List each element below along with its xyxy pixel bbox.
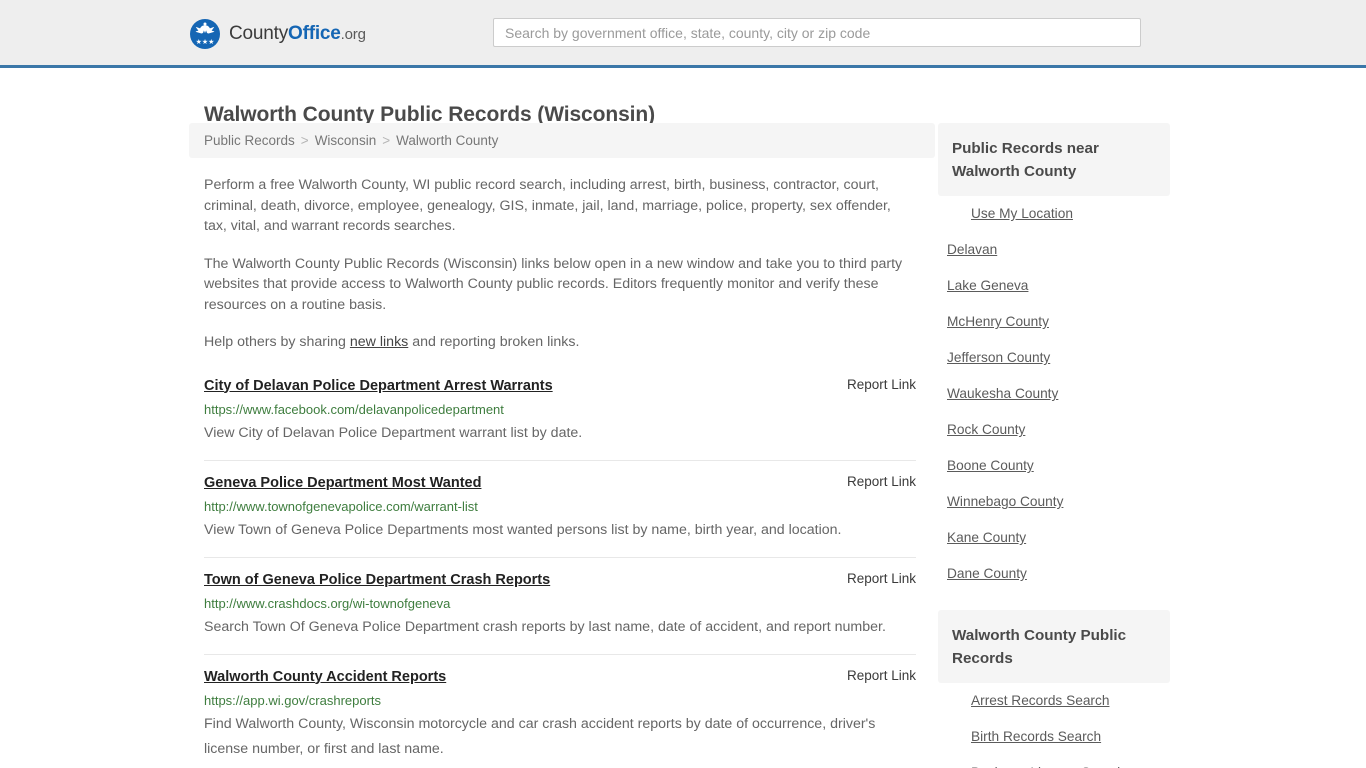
logo-text-org: .org [340, 26, 366, 43]
logo-text-county: County [229, 23, 289, 44]
result-description: Find Walworth County, Wisconsin motorcyc… [204, 715, 876, 757]
sidebar-link-label[interactable]: Lake Geneva [947, 278, 1028, 293]
sidebar-heading-near: Public Records near Walworth County [938, 123, 1170, 196]
intro-text-post: and reporting broken links. [408, 334, 580, 350]
intro-paragraph-1: Perform a free Walworth County, WI publi… [204, 177, 891, 234]
sidebar: Public Records near Walworth County Use … [938, 123, 1170, 768]
site-logo-text: CountyOffice.org [229, 23, 366, 45]
sidebar-item-kane-county[interactable]: Kane County [938, 520, 1170, 556]
report-link-button[interactable]: Report Link [847, 377, 916, 392]
result-description: View Town of Geneva Police Departments m… [204, 521, 842, 538]
sidebar-link-label[interactable]: Rock County [947, 422, 1025, 437]
report-link-button[interactable]: Report Link [847, 474, 916, 489]
sidebar-link-label[interactable]: Jefferson County [947, 350, 1050, 365]
breadcrumb-separator: > [382, 133, 391, 148]
result-row: Geneva Police Department Most Wanted Rep… [204, 461, 916, 558]
result-row: Town of Geneva Police Department Crash R… [204, 558, 916, 655]
result-description: View City of Delavan Police Department w… [204, 424, 583, 441]
result-description: Search Town Of Geneva Police Department … [204, 618, 886, 635]
sidebar-item-arrest-records-search[interactable]: Arrest Records Search [938, 683, 1170, 719]
sidebar-heading-records: Walworth County Public Records [938, 610, 1170, 683]
intro-paragraph-2: The Walworth County Public Records (Wisc… [204, 255, 903, 313]
report-link-button[interactable]: Report Link [847, 668, 916, 683]
sidebar-item-winnebago-county[interactable]: Winnebago County [938, 484, 1170, 520]
sidebar-link-label[interactable]: Use My Location [971, 206, 1073, 221]
result-title-link[interactable]: City of Delavan Police Department Arrest… [204, 378, 553, 394]
breadcrumb-item-public-records[interactable]: Public Records [204, 133, 295, 148]
sidebar-link-label[interactable]: Arrest Records Search [971, 693, 1109, 708]
breadcrumb-item-walworth-county[interactable]: Walworth County [396, 133, 498, 148]
result-url[interactable]: https://app.wi.gov/crashreports [204, 693, 916, 708]
search-input[interactable] [493, 18, 1141, 47]
breadcrumb: Public Records > Wisconsin > Walworth County [189, 123, 935, 158]
logo-text-office: Office [288, 23, 341, 44]
result-title-link[interactable]: Geneva Police Department Most Wanted [204, 475, 481, 491]
sidebar-item-waukesha-county[interactable]: Waukesha County [938, 376, 1170, 412]
sidebar-link-label[interactable]: Boone County [947, 458, 1034, 473]
sidebar-link-label[interactable]: Winnebago County [947, 494, 1063, 509]
sidebar-link-label[interactable]: Kane County [947, 530, 1026, 545]
sidebar-item-dane-county[interactable]: Dane County [938, 556, 1170, 592]
sidebar-item-jefferson-county[interactable]: Jefferson County [938, 340, 1170, 376]
sidebar-item-boone-county[interactable]: Boone County [938, 448, 1170, 484]
sidebar-item-delavan[interactable]: Delavan [938, 232, 1170, 268]
new-links-link[interactable]: new links [350, 334, 408, 350]
sidebar-link-label[interactable]: Birth Records Search [971, 729, 1101, 744]
sidebar-box-records: Walworth County Public Records Arrest Re… [938, 610, 1170, 768]
sidebar-link-label[interactable]: Dane County [947, 566, 1027, 581]
intro-paragraph-3: Help others by sharing new links and rep… [204, 332, 916, 353]
result-title-link[interactable]: Town of Geneva Police Department Crash R… [204, 572, 550, 588]
sidebar-link-label[interactable]: Delavan [947, 242, 997, 257]
result-row: City of Delavan Police Department Arrest… [204, 377, 916, 461]
eagle-shield-icon: ★★★ [190, 19, 220, 49]
sidebar-item-birth-records-search[interactable]: Birth Records Search [938, 719, 1170, 755]
sidebar-list-near: Use My Location Delavan Lake Geneva McHe… [938, 196, 1170, 592]
intro-text-pre: Help others by sharing [204, 334, 350, 350]
report-link-button[interactable]: Report Link [847, 571, 916, 586]
result-title-link[interactable]: Walworth County Accident Reports [204, 669, 446, 685]
results-list: City of Delavan Police Department Arrest… [189, 377, 935, 768]
main-column: Public Records > Wisconsin > Walworth County… [189, 123, 935, 768]
sidebar-item-rock-county[interactable]: Rock County [938, 412, 1170, 448]
sidebar-item-lake-geneva[interactable]: Lake Geneva [938, 268, 1170, 304]
sidebar-link-label[interactable]: Waukesha County [947, 386, 1058, 401]
sidebar-item-use-my-location[interactable]: Use My Location [938, 196, 1170, 232]
stars-icon: ★★★ [195, 39, 215, 46]
sidebar-link-label[interactable]: McHenry County [947, 314, 1049, 329]
result-url[interactable]: https://www.facebook.com/delavanpolicede… [204, 402, 916, 417]
site-header: ★★★ CountyOffice.org [0, 0, 1366, 68]
result-row: Walworth County Accident Reports Report … [204, 655, 916, 768]
breadcrumb-item-wisconsin[interactable]: Wisconsin [315, 133, 377, 148]
breadcrumb-separator: > [300, 133, 309, 148]
result-url[interactable]: http://www.crashdocs.org/wi-townofgeneva [204, 596, 916, 611]
sidebar-item-business-license-search[interactable]: Business License Search [938, 755, 1170, 768]
result-url[interactable]: http://www.townofgenevapolice.com/warran… [204, 499, 916, 514]
sidebar-list-records: Arrest Records Search Birth Records Sear… [938, 683, 1170, 768]
site-logo[interactable]: ★★★ CountyOffice.org [190, 19, 366, 49]
sidebar-box-near: Public Records near Walworth County Use … [938, 123, 1170, 592]
sidebar-item-mchenry-county[interactable]: McHenry County [938, 304, 1170, 340]
